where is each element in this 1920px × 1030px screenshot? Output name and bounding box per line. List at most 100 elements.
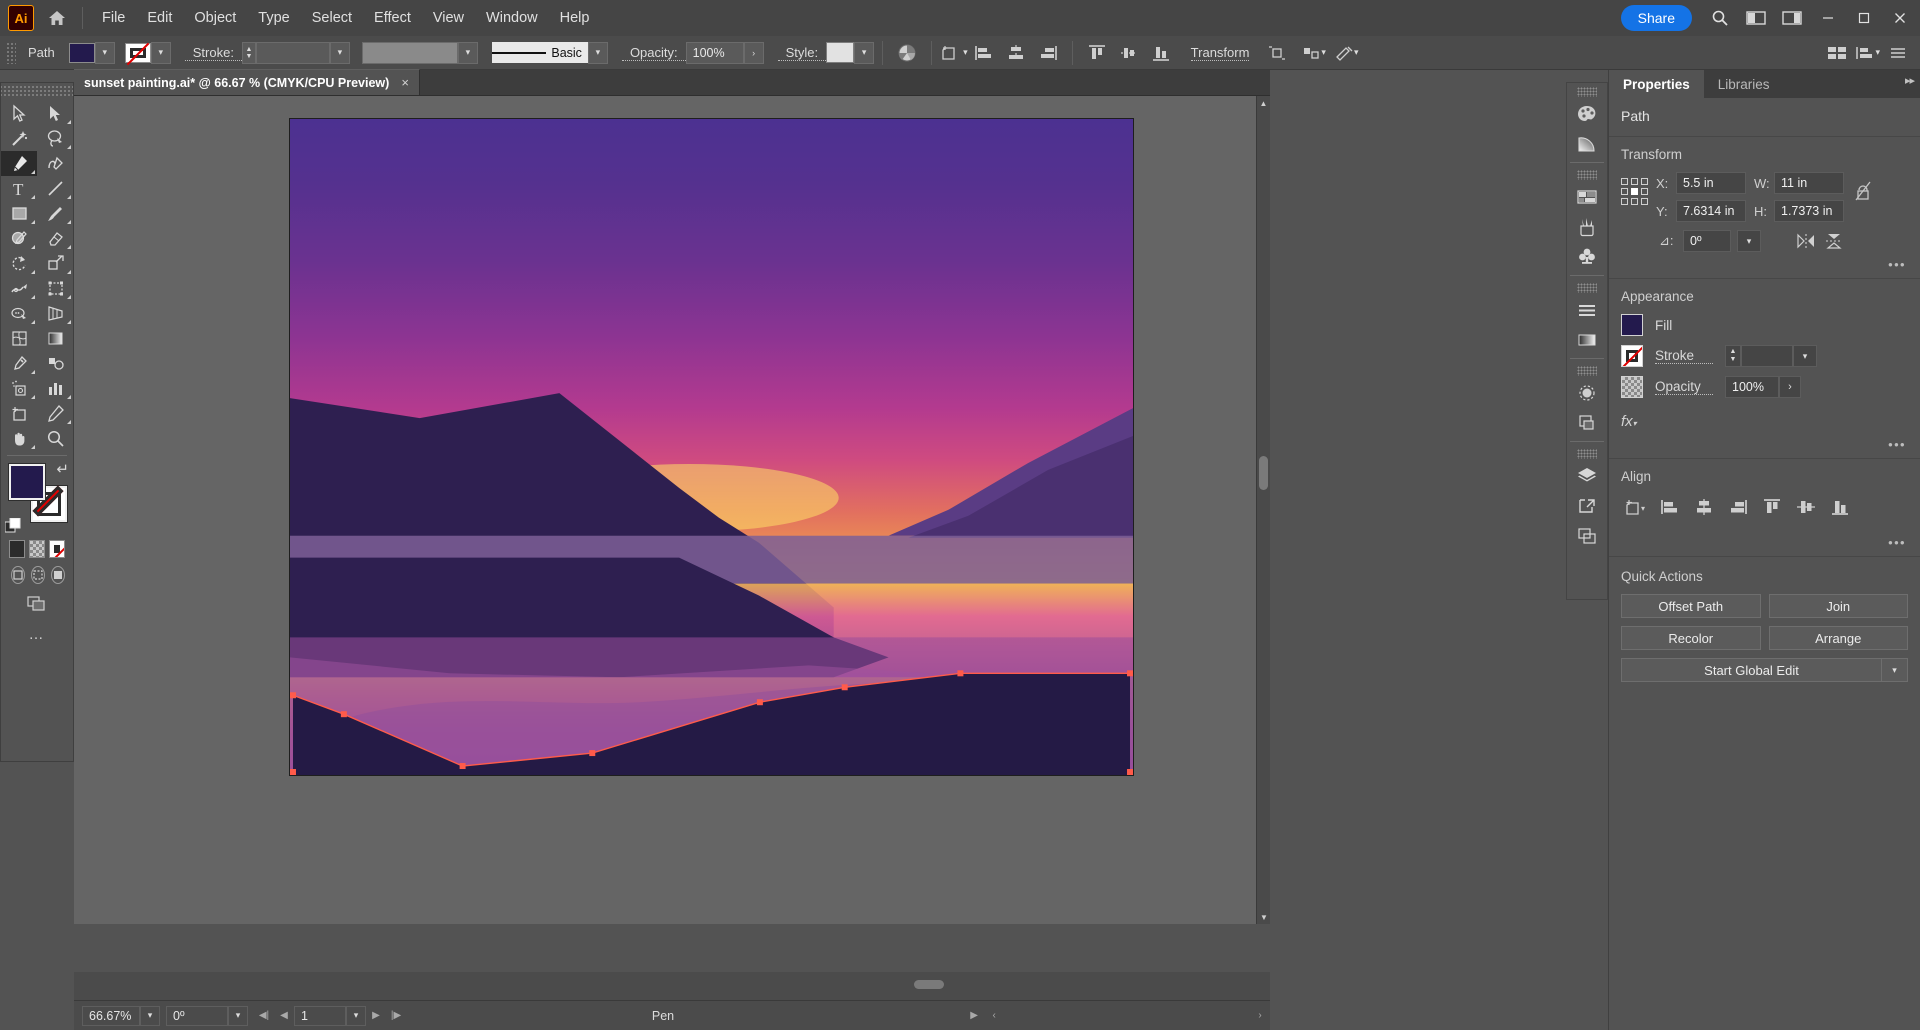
pen-tool[interactable] (1, 151, 37, 176)
perspective-grid-tool[interactable] (37, 301, 73, 326)
join-button[interactable]: Join (1768, 594, 1908, 618)
hand-tool[interactable] (1, 426, 37, 451)
fx-button[interactable]: fx▾ (1621, 407, 1908, 432)
graphic-style-swatch[interactable] (826, 42, 855, 63)
align-left-icon[interactable] (968, 38, 1000, 68)
recolor-artwork-icon[interactable] (891, 38, 923, 68)
h-input[interactable]: 1.7373 in (1774, 200, 1844, 222)
transparency-panel-icon[interactable] (1566, 378, 1608, 408)
dock-grip[interactable] (1577, 283, 1597, 293)
y-input[interactable]: 7.6314 in (1676, 200, 1746, 222)
x-input[interactable]: 5.5 in (1676, 172, 1746, 194)
last-artboard-icon[interactable]: |▶ (386, 1006, 406, 1026)
scroll-down-icon[interactable]: ▼ (1257, 910, 1271, 924)
horizontal-scroll-thumb[interactable] (914, 980, 944, 989)
transform-link[interactable]: Transform (1190, 45, 1250, 61)
stroke-dropdown-icon[interactable]: ▾ (150, 41, 171, 64)
rectangle-tool[interactable] (1, 201, 37, 226)
control-panel-menu-icon[interactable] (1882, 38, 1914, 68)
previous-artboard-icon[interactable]: ◀ (274, 1006, 294, 1026)
start-global-edit-button[interactable]: Start Global Edit (1621, 658, 1882, 682)
align-right-icon[interactable] (1723, 494, 1753, 520)
global-edit-dropdown-icon[interactable]: ▾ (1882, 658, 1908, 682)
lasso-tool[interactable] (37, 126, 73, 151)
mesh-tool[interactable] (1, 326, 37, 351)
menu-object[interactable]: Object (183, 5, 247, 31)
align-left-icon[interactable] (1655, 494, 1685, 520)
select-similar-group[interactable]: ▾ (1301, 44, 1326, 62)
dock-grip[interactable] (1577, 87, 1597, 97)
symbol-sprayer-tool[interactable] (1, 376, 37, 401)
draw-behind-icon[interactable] (31, 566, 45, 584)
align-horizontal-center-icon[interactable] (1000, 38, 1032, 68)
draw-normal-icon[interactable] (11, 566, 25, 584)
style-dropdown-icon[interactable]: ▾ (854, 41, 875, 64)
close-button[interactable] (1884, 1, 1916, 35)
line-segment-tool[interactable] (37, 176, 73, 201)
isolate-selected-icon[interactable] (1261, 38, 1293, 68)
stroke-weight-input[interactable] (1741, 345, 1793, 367)
dock-grip[interactable] (1577, 449, 1597, 459)
arrange-documents-control-icon[interactable] (1821, 38, 1853, 68)
stroke-label[interactable]: Stroke (1655, 348, 1713, 364)
artboards-panel-icon[interactable] (1566, 521, 1608, 551)
rotate-tool[interactable] (1, 251, 37, 276)
fill-swatch[interactable] (1621, 314, 1643, 336)
stroke-weight-stepper[interactable]: ▲ ▼ (1725, 345, 1741, 367)
type-tool[interactable]: T (1, 176, 37, 201)
menu-help[interactable]: Help (549, 5, 601, 31)
artboard-tool[interactable] (1, 401, 37, 426)
fill-color-swatch[interactable] (68, 42, 95, 63)
edit-toolbar-group[interactable]: ▾ (1334, 44, 1358, 62)
canvas-vertical-scrollbar[interactable]: ▲ ▼ (1256, 96, 1270, 924)
arrange-documents-icon[interactable] (1740, 3, 1772, 33)
brushes-panel-icon[interactable] (1566, 212, 1608, 242)
dock-grip[interactable] (1577, 170, 1597, 180)
artboard-dropdown-icon[interactable]: ▾ (346, 1005, 366, 1026)
menu-select[interactable]: Select (301, 5, 363, 31)
zoom-dropdown-icon[interactable]: ▾ (140, 1005, 160, 1026)
close-icon[interactable]: × (401, 75, 409, 90)
stroke-swatch[interactable] (1621, 345, 1643, 367)
curvature-tool[interactable] (37, 151, 73, 176)
zoom-level-input[interactable]: 66.67% (82, 1005, 140, 1026)
document-tab[interactable]: sunset painting.ai* @ 66.67 % (CMYK/CPU … (74, 69, 420, 95)
workspace-switcher-icon[interactable] (1776, 3, 1808, 33)
color-panel-icon[interactable] (1566, 99, 1608, 129)
align-to-selection-icon[interactable]: ▾ (1621, 494, 1651, 520)
eraser-tool[interactable] (37, 226, 73, 251)
width-tool[interactable] (1, 276, 37, 301)
opacity-swatch[interactable] (1621, 376, 1643, 398)
tools-panel-grip[interactable] (1, 85, 73, 97)
scroll-up-icon[interactable]: ▲ (1257, 96, 1270, 110)
shape-builder-tool[interactable] (1, 301, 37, 326)
selection-tool[interactable] (1, 101, 37, 126)
swatches-panel-icon[interactable] (1566, 182, 1608, 212)
workspace-control-group[interactable]: ▾ (1855, 45, 1880, 61)
recolor-button[interactable]: Recolor (1621, 626, 1761, 650)
control-bar-grip[interactable] (6, 41, 16, 64)
brush-dropdown-icon[interactable]: ▾ (587, 41, 608, 64)
transform-more-options[interactable]: ••• (1888, 257, 1906, 272)
gradient-bar-icon[interactable] (1566, 325, 1608, 355)
first-artboard-icon[interactable]: ◀| (254, 1006, 274, 1026)
slice-tool[interactable] (37, 401, 73, 426)
align-right-icon[interactable] (1032, 38, 1064, 68)
pathfinder-panel-icon[interactable] (1566, 408, 1608, 438)
stroke-color-swatch[interactable] (124, 42, 151, 63)
current-tool-label[interactable]: Pen (652, 1009, 674, 1023)
draw-inside-icon[interactable] (51, 566, 65, 584)
symbols-panel-icon[interactable] (1566, 242, 1608, 272)
stroke-panel-icon[interactable] (1566, 295, 1608, 325)
edit-toolbar-ellipsis-icon[interactable]: … (29, 626, 46, 643)
rotate-dropdown-icon[interactable]: ▾ (1737, 230, 1761, 252)
vertical-scroll-thumb[interactable] (1259, 456, 1268, 490)
direct-selection-tool[interactable] (37, 101, 73, 126)
stroke-weight-label[interactable]: Stroke: (184, 45, 242, 61)
menu-edit[interactable]: Edit (136, 5, 183, 31)
stroke-weight-dropdown-icon[interactable]: ▾ (329, 41, 350, 64)
align-top-icon[interactable] (1081, 38, 1113, 68)
home-icon[interactable] (40, 8, 74, 28)
rotate-input[interactable]: 0º (1683, 230, 1731, 252)
gradient-panel-icon[interactable] (1566, 129, 1608, 159)
